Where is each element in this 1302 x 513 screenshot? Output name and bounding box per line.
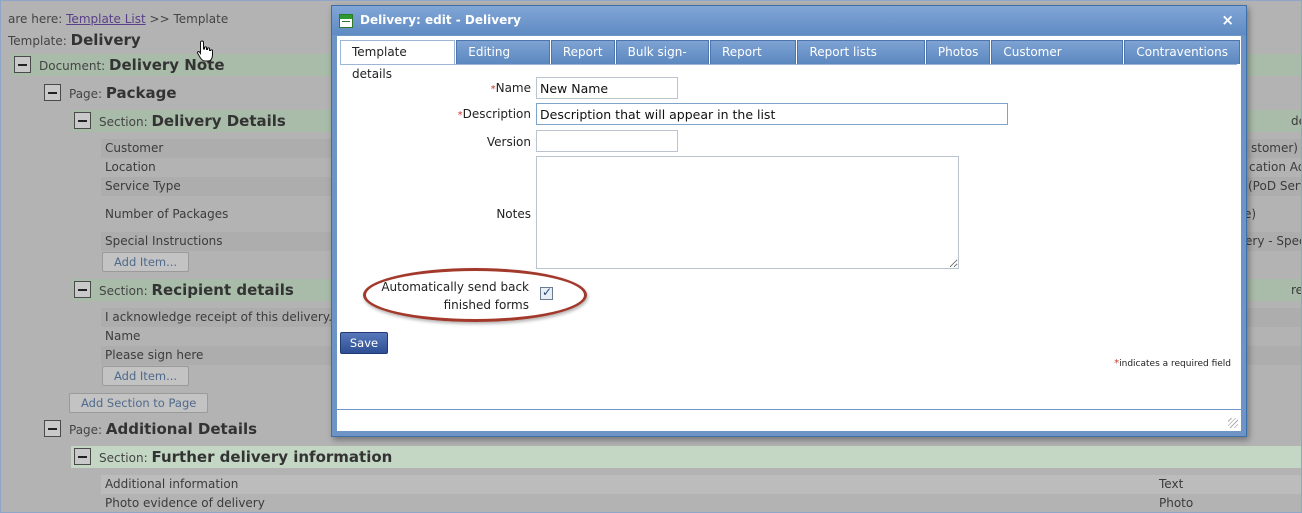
cell-fragment: stomer) bbox=[1251, 141, 1298, 155]
row-stripe bbox=[101, 475, 1301, 494]
list-item: Service Type bbox=[105, 179, 181, 193]
dialog-titlebar[interactable]: Delivery: edit - Delivery × bbox=[332, 6, 1246, 35]
breadcrumb-template-list-link[interactable]: Template List bbox=[66, 12, 146, 26]
tab-customer-response[interactable]: Customer response bbox=[991, 40, 1124, 81]
collapse-section-icon[interactable] bbox=[74, 448, 91, 465]
list-item: Name bbox=[105, 329, 141, 343]
document-label: Document: bbox=[39, 59, 106, 73]
collapse-section-icon[interactable] bbox=[74, 112, 91, 129]
edit-dialog: Delivery: edit - Delivery × Template det… bbox=[331, 5, 1247, 437]
save-button[interactable]: Save bbox=[340, 332, 388, 354]
list-item: Photo evidence of delivery bbox=[105, 496, 265, 510]
cell-fragment: ery - Spec bbox=[1245, 234, 1302, 248]
tab-bar: Template details Editing rules Report Bulk … bbox=[340, 40, 1241, 81]
auto-send-label: Automatically send back finished forms bbox=[367, 278, 529, 314]
cell-fragment: cation Ad bbox=[1249, 160, 1302, 174]
breadcrumb-prefix: are here: bbox=[8, 12, 63, 26]
page-heading: Page: Package bbox=[69, 84, 177, 102]
auto-send-label-line: finished forms bbox=[443, 298, 529, 312]
list-item: Special Instructions bbox=[105, 234, 223, 248]
section-label: Section: bbox=[99, 115, 148, 129]
list-item: Customer bbox=[105, 141, 164, 155]
version-field[interactable] bbox=[536, 130, 678, 152]
add-item-button[interactable]: Add Item... bbox=[102, 366, 190, 386]
page-label: Page: bbox=[69, 423, 103, 437]
cell-fragment: de bbox=[1291, 114, 1301, 128]
auto-send-checkbox[interactable]: ✓ bbox=[540, 285, 553, 300]
tab-report[interactable]: Report bbox=[550, 40, 615, 64]
tab-report-lists-more[interactable]: Report lists (more) bbox=[797, 40, 925, 81]
breadcrumb: are here: Template List >> Template bbox=[8, 12, 228, 26]
add-section-button[interactable]: Add Section to Page bbox=[69, 393, 209, 413]
required-note-text: indicates a required field bbox=[1119, 359, 1231, 369]
tab-contraventions[interactable]: Contraventions bbox=[1124, 40, 1241, 64]
item-type: Text bbox=[1159, 477, 1184, 491]
collapse-document-icon[interactable] bbox=[14, 56, 31, 73]
collapse-page-icon[interactable] bbox=[44, 84, 61, 101]
tab-divider bbox=[340, 64, 1237, 65]
section-heading: Section: Further delivery information bbox=[99, 448, 392, 466]
template-label: Template: bbox=[8, 34, 67, 48]
page-heading: Page: Additional Details bbox=[69, 420, 257, 438]
collapse-page-icon[interactable] bbox=[44, 420, 61, 437]
breadcrumb-current: Template bbox=[173, 12, 229, 26]
section-heading: Section: Recipient details bbox=[99, 281, 294, 299]
page-name: Additional Details bbox=[105, 420, 258, 438]
version-label: Version bbox=[486, 135, 531, 149]
name-label: *Name bbox=[437, 81, 531, 95]
form-icon bbox=[339, 14, 353, 28]
page-title: Template: Delivery bbox=[8, 31, 141, 49]
list-item: I acknowledge receipt of this delivery. bbox=[105, 310, 333, 324]
tab-editing-rules[interactable]: Editing rules bbox=[456, 40, 550, 81]
tab-report-lists[interactable]: Report lists bbox=[709, 40, 797, 81]
list-item: Please sign here bbox=[105, 348, 204, 362]
dialog-title: Delivery: edit - Delivery bbox=[360, 13, 521, 27]
tab-bulk-sign-off[interactable]: Bulk sign-off bbox=[615, 40, 709, 81]
tab-template-details[interactable]: Template details bbox=[340, 40, 456, 81]
list-item: Number of Packages bbox=[105, 207, 229, 221]
collapse-section-icon[interactable] bbox=[74, 281, 91, 298]
name-field[interactable] bbox=[536, 77, 678, 99]
description-label-text: Description bbox=[462, 107, 531, 121]
add-item-button[interactable]: Add Item... bbox=[102, 252, 190, 272]
item-type: Photo bbox=[1159, 496, 1194, 510]
dialog-body: Template details Editing rules Report Bulk … bbox=[337, 36, 1241, 431]
footer-divider bbox=[337, 409, 1241, 410]
list-item: Location bbox=[105, 160, 156, 174]
description-label: *Description bbox=[397, 107, 531, 121]
list-item: Additional information bbox=[105, 477, 239, 491]
section-heading: Section: Delivery Details bbox=[99, 112, 286, 130]
section-name: Recipient details bbox=[151, 281, 294, 299]
resize-grip-icon[interactable] bbox=[1228, 418, 1238, 428]
template-name: Delivery bbox=[70, 31, 141, 49]
name-label-text: Name bbox=[495, 81, 531, 95]
section-name: Delivery Details bbox=[151, 112, 286, 130]
section-label: Section: bbox=[99, 451, 148, 465]
tab-photos[interactable]: Photos bbox=[925, 40, 991, 64]
section-name: Further delivery information bbox=[151, 448, 393, 466]
auto-send-label-line: Automatically send back bbox=[381, 280, 529, 294]
section-label: Section: bbox=[99, 284, 148, 298]
breadcrumb-separator: >> bbox=[149, 12, 170, 26]
cell-fragment: re bbox=[1291, 283, 1302, 297]
checkmark-icon: ✓ bbox=[542, 285, 553, 299]
page-name: Package bbox=[105, 84, 177, 102]
hand-cursor-icon bbox=[196, 40, 213, 62]
notes-field[interactable] bbox=[536, 156, 959, 269]
page-label: Page: bbox=[69, 87, 103, 101]
required-field-note: *indicates a required field bbox=[1114, 358, 1231, 369]
cell-fragment: (PoD Serv bbox=[1248, 179, 1302, 193]
description-field[interactable] bbox=[536, 103, 1008, 125]
close-icon[interactable]: × bbox=[1221, 11, 1234, 29]
notes-label: Notes bbox=[496, 207, 531, 221]
